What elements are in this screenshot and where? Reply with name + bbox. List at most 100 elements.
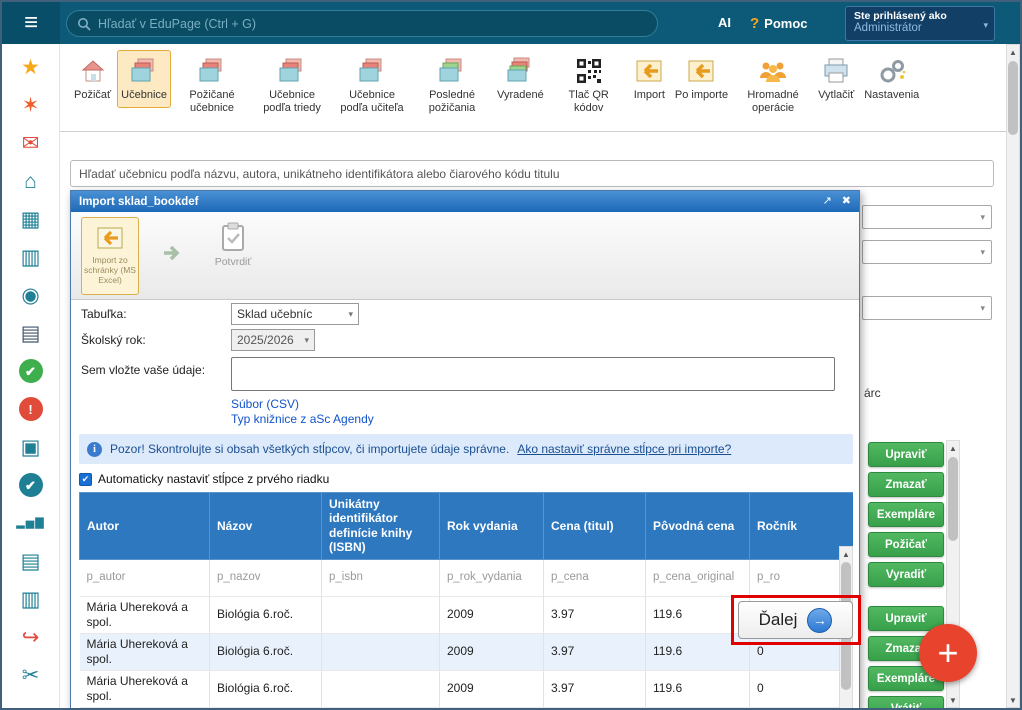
copies-button[interactable]: Exempláre xyxy=(868,502,944,527)
toolbar-label: Nastavenia xyxy=(864,89,919,102)
alert-circle-icon: ! xyxy=(19,397,43,421)
delete-button[interactable]: Zmazať xyxy=(868,472,944,497)
scroll-down-icon[interactable]: ▼ xyxy=(1007,693,1019,707)
sidebar-item-calendar[interactable]: ▤ xyxy=(16,320,46,346)
sidebar-item-logout[interactable]: ↪ xyxy=(16,624,46,650)
table-select[interactable]: Sklad učebníc ▾ xyxy=(231,303,359,325)
chevron-down-icon: ▾ xyxy=(980,303,985,314)
toolbar-label: Požičané učebnice xyxy=(177,89,247,114)
toolbar-item-hromadne-operacie[interactable]: Hromadné operácie xyxy=(734,50,812,120)
sidebar-item-monitor[interactable]: ▥ xyxy=(16,244,46,270)
main-scrollbar[interactable]: ▲ ▼ xyxy=(1006,44,1020,708)
confirm-button[interactable]: Potvrdiť xyxy=(201,222,265,268)
return-button[interactable]: Vrátiť xyxy=(868,696,944,710)
toolbar-item-ucebnice[interactable]: Učebnice xyxy=(117,50,171,108)
cell: 3.97 xyxy=(544,670,646,707)
toolbar-item-vytlacit[interactable]: Vytlačiť xyxy=(814,50,858,108)
cell xyxy=(322,670,440,707)
sidebar-item-star[interactable]: ★ xyxy=(16,54,46,80)
import-warning-banner: i Pozor! Skontrolujte si obsah všetkých … xyxy=(79,434,853,464)
sidebar-item-shield[interactable]: ✔ xyxy=(16,472,46,498)
scroll-down-icon[interactable]: ▼ xyxy=(947,693,959,707)
scroll-up-icon[interactable]: ▲ xyxy=(947,441,959,455)
sidebar-item-profile[interactable]: ◉ xyxy=(16,282,46,308)
paste-data-textarea[interactable] xyxy=(231,357,835,391)
qr-code-icon xyxy=(574,56,604,86)
maximize-icon[interactable]: ↗ xyxy=(823,196,832,207)
monitor-icon: ▥ xyxy=(21,247,41,268)
filter-select-3[interactable]: ▾ xyxy=(862,296,992,320)
cell: 119.6 xyxy=(646,670,750,707)
toolbar-item-import[interactable]: Import xyxy=(630,50,669,108)
next-button[interactable]: Ďalej → xyxy=(738,601,853,639)
cell: p_isbn xyxy=(322,559,440,596)
add-fab-button[interactable]: + xyxy=(919,624,977,682)
sidebar-item-briefcase[interactable]: ▣ xyxy=(16,434,46,460)
col-header-isbn: Unikátny identifikátor definície knihy (… xyxy=(322,493,440,560)
toolbar-item-vyradene[interactable]: Vyradené xyxy=(493,50,548,108)
dialog-toolbar: Import zo schránky (MS Excel) Potvrdiť xyxy=(71,212,859,300)
toolbar-label: Učebnice xyxy=(121,89,167,102)
toolbar-item-pozicat[interactable]: Požičať xyxy=(70,50,115,108)
toolbar-item-tlac-qr-kodov[interactable]: Tlač QR kódov xyxy=(550,50,628,120)
scroll-thumb[interactable] xyxy=(1008,61,1018,135)
toolbar-item-nastavenia[interactable]: Nastavenia xyxy=(860,50,923,108)
sidebar-item-timetable[interactable]: ▦ xyxy=(16,206,46,232)
import-from-clipboard-button[interactable]: Import zo schránky (MS Excel) xyxy=(81,217,139,295)
sidebar-item-rocket[interactable]: ✶ xyxy=(16,92,46,118)
help-button[interactable]: ? Pomoc xyxy=(750,2,808,44)
checkbox-checked-icon[interactable]: ✔ xyxy=(79,473,92,486)
dialog-titlebar[interactable]: Import sklad_bookdef ↗ ✖ xyxy=(71,191,859,212)
school-year-value: 2025/2026 xyxy=(237,333,294,347)
cell: Mária Uhereková a spol. xyxy=(80,596,210,633)
cell: p_autor xyxy=(80,559,210,596)
warning-help-link[interactable]: Ako nastaviť správne stĺpce pri importe? xyxy=(517,442,731,456)
import-clipboard-icon xyxy=(95,224,125,252)
filter-select-1[interactable]: ▾ xyxy=(862,205,992,229)
ai-button[interactable]: AI xyxy=(718,2,731,44)
auto-columns-checkbox-row[interactable]: ✔ Automaticky nastaviť stĺpce z prvého r… xyxy=(79,472,329,486)
check-circle-icon: ✔ xyxy=(19,359,43,383)
warning-text: Pozor! Skontrolujte si obsah všetkých st… xyxy=(110,442,509,456)
scroll-thumb[interactable] xyxy=(948,457,958,541)
toolbar-label: Import xyxy=(634,89,665,102)
import-arrow-icon xyxy=(686,56,716,86)
hamburger-menu-button[interactable]: ≡ xyxy=(2,2,60,44)
table-row: Mária Uhereková a spol. Biológia 6.roč. … xyxy=(80,633,854,670)
toolbar-item-posledne-pozicania[interactable]: Posledné požičania xyxy=(413,50,491,120)
sidebar-item-tasks[interactable]: ✔ xyxy=(16,358,46,384)
discard-button[interactable]: Vyradiť xyxy=(868,562,944,587)
sidebar-item-home[interactable]: ⌂ xyxy=(16,168,46,194)
col-header-nazov: Názov xyxy=(210,493,322,560)
sidebar-item-stats[interactable]: ▂▅▇ xyxy=(16,510,46,536)
school-year-select[interactable]: 2025/2026 ▾ xyxy=(231,329,315,351)
toolbar-item-ucebnice-podla-triedy[interactable]: Učebnice podľa triedy xyxy=(253,50,331,120)
cell: 2009 xyxy=(440,633,544,670)
scroll-up-icon[interactable]: ▲ xyxy=(1007,45,1019,59)
app-window: ≡ Hľadať v EduPage (Ctrl + G) AI ? Pomoc… xyxy=(0,0,1022,710)
dialog-title: Import sklad_bookdef xyxy=(79,196,813,208)
asc-agenda-link[interactable]: Typ knižnice z aSc Agendy xyxy=(231,412,374,426)
toolbar-item-pozicane-ucebnice[interactable]: Požičané učebnice xyxy=(173,50,251,120)
edit-button[interactable]: Upraviť xyxy=(868,442,944,467)
global-search-input[interactable]: Hľadať v EduPage (Ctrl + G) xyxy=(66,10,658,37)
csv-file-link[interactable]: Súbor (CSV) xyxy=(231,397,299,411)
cell: 3.97 xyxy=(544,633,646,670)
toolbar-item-ucebnice-podla-ucitela[interactable]: Učebnice podľa učiteľa xyxy=(333,50,411,120)
close-icon[interactable]: ✖ xyxy=(842,196,851,207)
sidebar-item-tools[interactable]: ✂ xyxy=(16,662,46,688)
toolbar-item-po-importe[interactable]: Po importe xyxy=(671,50,732,108)
sidebar-item-media[interactable]: ! xyxy=(16,396,46,422)
filter-select-2[interactable]: ▾ xyxy=(862,240,992,264)
cell: p_cena_original xyxy=(646,559,750,596)
book-search-input[interactable]: Hľadať učebnicu podľa názvu, autora, uni… xyxy=(70,160,994,187)
clipped-text: árc xyxy=(864,386,881,400)
checkbox-label: Automaticky nastaviť stĺpce z prvého ria… xyxy=(98,472,329,486)
user-menu[interactable]: Ste prihlásený ako Administrátor ▾ xyxy=(845,6,995,41)
sidebar-item-mail[interactable]: ✉ xyxy=(16,130,46,156)
sidebar-item-library[interactable]: ▤ xyxy=(16,548,46,574)
sidebar-item-documents[interactable]: ▥ xyxy=(16,586,46,612)
cell: Biológia 6.roč. xyxy=(210,596,322,633)
lend-button[interactable]: Požičať xyxy=(868,532,944,557)
scroll-up-icon[interactable]: ▲ xyxy=(840,547,852,561)
